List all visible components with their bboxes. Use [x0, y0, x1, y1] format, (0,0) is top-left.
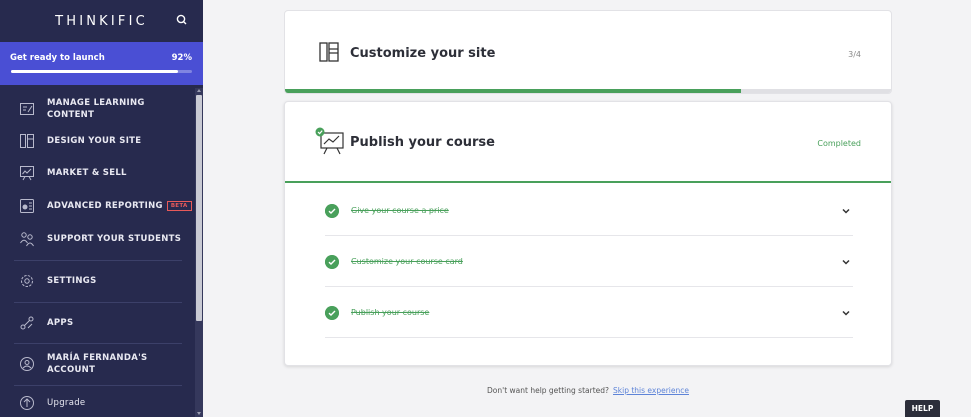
launch-progress-bar: [11, 70, 192, 73]
apps-icon: [19, 315, 35, 331]
card-title: Customize your site: [350, 46, 496, 61]
brand-header: THINKIFIC: [0, 0, 203, 42]
customize-progress-bar: [285, 89, 891, 93]
sidebar-item-advanced-reporting[interactable]: ADVANCED REPORTING BETA: [0, 198, 195, 214]
task-label: Give your course a price: [351, 206, 449, 215]
launch-progress-panel[interactable]: Get ready to launch 92%: [0, 42, 203, 85]
sidebar-divider: [14, 260, 182, 261]
manage-content-icon: [19, 101, 35, 117]
sidebar-divider: [14, 343, 182, 344]
completed-status: Completed: [817, 139, 861, 148]
sidebar-item-label: SUPPORT YOUR STUDENTS: [47, 234, 182, 244]
check-circle-icon: [325, 255, 339, 269]
chevron-down-icon[interactable]: [841, 206, 851, 216]
sidebar-item-settings[interactable]: SETTINGS: [0, 273, 195, 289]
sidebar-divider: [14, 385, 182, 386]
task-label: Customize your course card: [351, 257, 463, 266]
reporting-icon: [19, 198, 35, 214]
scroll-down-arrow-icon[interactable]: [197, 412, 201, 415]
check-circle-icon: [325, 204, 339, 218]
card-title: Publish your course: [350, 135, 495, 150]
sidebar-item-label: ADVANCED REPORTING: [47, 201, 163, 211]
footer-text: Don't want help getting started?: [487, 386, 609, 395]
sidebar: THINKIFIC Get ready to launch 92% MANAGE…: [0, 0, 203, 417]
chevron-down-icon[interactable]: [841, 308, 851, 318]
sidebar-item-manage-learning-content[interactable]: MANAGE LEARNING CONTENT: [0, 96, 195, 122]
account-icon: [19, 356, 35, 372]
check-circle-icon: [325, 306, 339, 320]
publish-course-card: Publish your course Completed Give your …: [284, 101, 892, 366]
sidebar-item-label-line2: ACCOUNT: [47, 365, 96, 375]
beta-badge: BETA: [166, 201, 192, 211]
sidebar-item-upgrade[interactable]: Upgrade: [0, 395, 195, 411]
sidebar-item-label: MARÍA FERNANDA'S: [47, 353, 148, 363]
skip-experience-link[interactable]: Skip this experience: [613, 386, 689, 395]
card-progress-line: [285, 181, 891, 183]
task-row[interactable]: Publish your course: [325, 287, 853, 338]
customize-site-card[interactable]: Customize your site 3/4: [284, 10, 892, 94]
chevron-down-icon[interactable]: [841, 257, 851, 267]
customize-progress-fill: [285, 89, 741, 93]
scroll-up-arrow-icon[interactable]: [197, 89, 201, 92]
layout-icon: [19, 133, 35, 149]
search-icon[interactable]: [175, 13, 189, 27]
sidebar-item-label: MARKET & SELL: [47, 168, 127, 178]
sidebar-item-label: APPS: [47, 318, 74, 328]
step-count: 3/4: [848, 50, 861, 59]
skip-footer: Don't want help getting started? Skip thi…: [284, 386, 892, 395]
sidebar-item-label: DESIGN YOUR SITE: [47, 136, 142, 146]
task-label: Publish your course: [351, 308, 430, 317]
sidebar-divider: [14, 302, 182, 303]
sidebar-item-account[interactable]: MARÍA FERNANDA'S ACCOUNT: [0, 351, 195, 377]
upgrade-arrow-icon: [19, 395, 35, 411]
sidebar-item-apps[interactable]: APPS: [0, 315, 195, 331]
presentation-board-icon: [315, 127, 344, 155]
chart-board-icon: [19, 165, 35, 181]
students-icon: [19, 231, 35, 247]
launch-progress-fill: [11, 70, 178, 73]
task-row[interactable]: Give your course a price: [325, 185, 853, 236]
launch-label: Get ready to launch: [10, 53, 105, 63]
task-row[interactable]: Customize your course card: [325, 236, 853, 287]
help-button[interactable]: HELP: [905, 400, 940, 417]
sidebar-item-label: MANAGE LEARNING: [47, 98, 145, 108]
sidebar-item-support-students[interactable]: SUPPORT YOUR STUDENTS: [0, 231, 195, 247]
gear-icon: [19, 273, 35, 289]
sidebar-scroll-thumb[interactable]: [196, 95, 202, 321]
sidebar-item-label: Upgrade: [47, 398, 86, 408]
layout-icon: [319, 42, 339, 62]
sidebar-item-market-sell[interactable]: MARKET & SELL: [0, 165, 195, 181]
sidebar-item-label: SETTINGS: [47, 276, 97, 286]
sidebar-item-label-line2: CONTENT: [47, 110, 95, 120]
launch-percent: 92%: [171, 53, 192, 63]
brand-logo[interactable]: THINKIFIC: [55, 14, 148, 29]
sidebar-item-design-your-site[interactable]: DESIGN YOUR SITE: [0, 133, 195, 149]
